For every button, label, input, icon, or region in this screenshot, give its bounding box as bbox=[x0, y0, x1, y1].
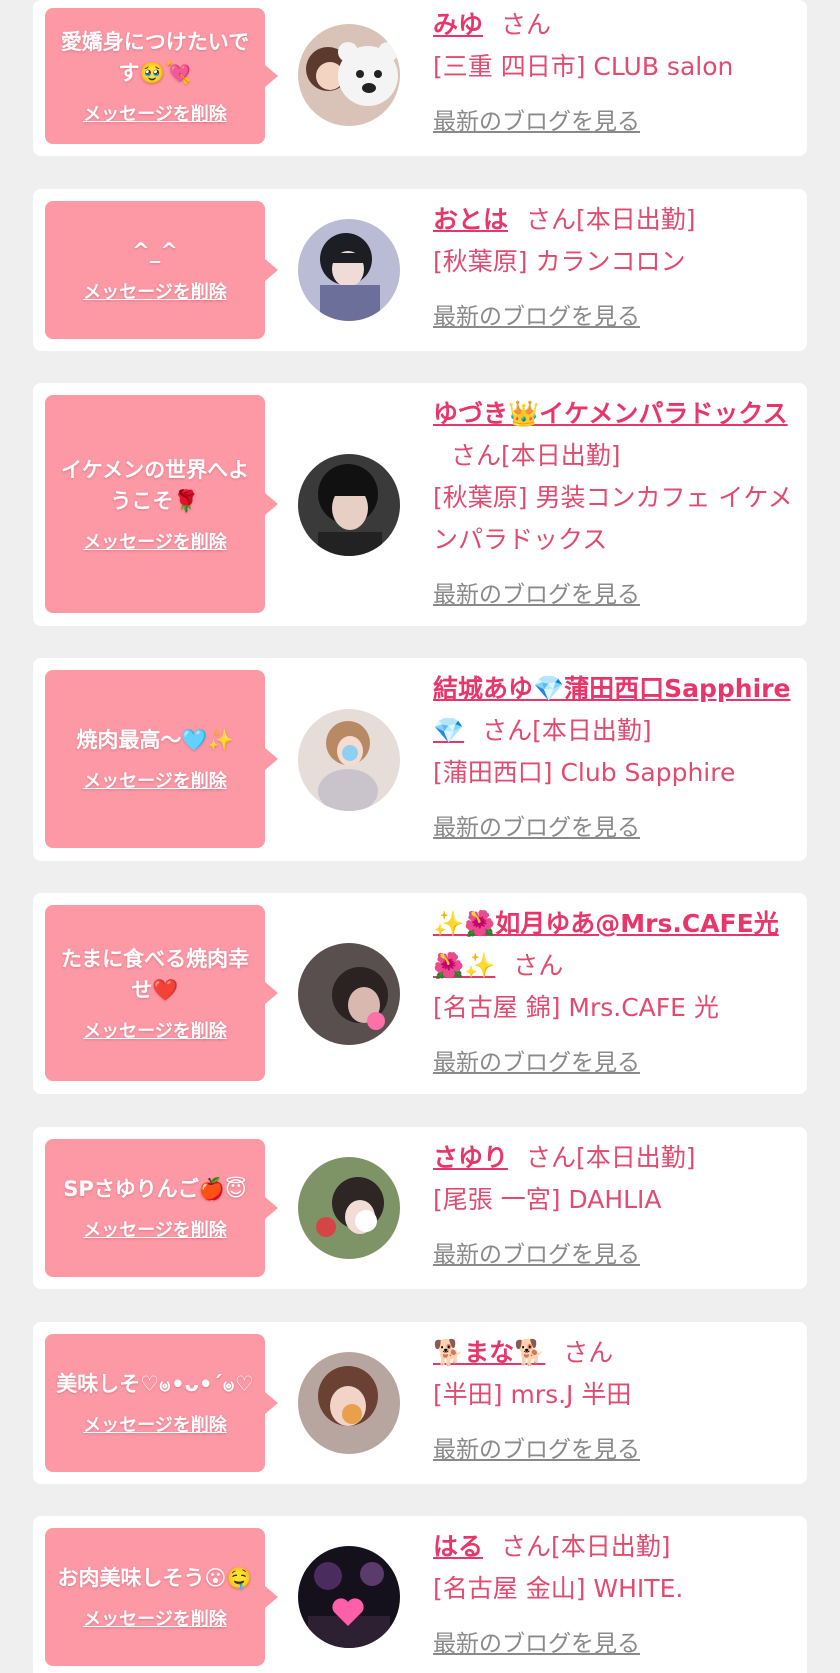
girl-info: おとは さん[本日出勤] [秋葉原] カランコロン 最新のブログを見る bbox=[433, 199, 793, 331]
message-bubble: ^_^ メッセージを削除 bbox=[45, 201, 278, 339]
blog-link[interactable]: 最新のブログを見る bbox=[433, 1043, 640, 1077]
message-text: たまに食べる焼肉幸せ❤️ bbox=[60, 946, 250, 1003]
delete-message-link[interactable]: メッセージを削除 bbox=[83, 1605, 227, 1631]
girl-name-link[interactable]: さゆり bbox=[433, 1143, 508, 1172]
girl-info: みゆ さん [三重 四日市] CLUB salon 最新のブログを見る bbox=[433, 4, 793, 136]
avatar-photo-icon bbox=[298, 1546, 400, 1648]
delete-message-link[interactable]: メッセージを削除 bbox=[83, 100, 227, 126]
avatar-photo-icon bbox=[298, 943, 400, 1045]
honorific: さん[本日出勤] bbox=[526, 1143, 696, 1172]
delete-message-link[interactable]: メッセージを削除 bbox=[83, 1017, 227, 1043]
message-text: お肉美味しそう😮🤤 bbox=[57, 1566, 253, 1591]
shop-info: [蒲田西口] Club Sapphire bbox=[433, 758, 736, 787]
girl-info: 🐕まな🐕 さん [半田] mrs.J 半田 最新のブログを見る bbox=[433, 1332, 793, 1464]
girl-info: 結城あゆ💎蒲田西口Sapphire💎 さん[本日出勤] [蒲田西口] Club S… bbox=[433, 668, 793, 842]
girl-name-link[interactable]: 🐕まな🐕 bbox=[433, 1338, 545, 1367]
girl-name-link[interactable]: ゆづき👑イケメンパラドックス bbox=[433, 399, 788, 428]
message-text: 愛嬌身につけたいです🥹💘 bbox=[60, 29, 250, 86]
avatar-photo-icon bbox=[298, 1352, 400, 1454]
avatar[interactable] bbox=[298, 219, 400, 321]
shop-info: [秋葉原] 男装コンカフェ イケメンパラドックス bbox=[433, 483, 793, 554]
message-text: 美味しそ♡ၑ•ᴗ•´ၑ♡ bbox=[56, 1372, 254, 1397]
girl-info: はる さん[本日出勤] [名古屋 金山] WHITE. 最新のブログを見る bbox=[433, 1526, 793, 1658]
honorific: さん bbox=[501, 10, 552, 39]
favorite-card: SPさゆりんご🍎😇 メッセージを削除 さゆり さん[本日出勤] [尾張 一宮] D… bbox=[33, 1127, 807, 1289]
girl-name-link[interactable]: はる bbox=[433, 1532, 483, 1561]
message-text: 焼肉最高〜🩵✨ bbox=[76, 728, 234, 753]
girl-info: ✨🌺如月ゆあ@Mrs.CAFE光🌺✨ さん [名古屋 錦] Mrs.CAFE 光 … bbox=[433, 903, 793, 1077]
delete-message-link[interactable]: メッセージを削除 bbox=[83, 767, 227, 793]
favorite-card: お肉美味しそう😮🤤 メッセージを削除 はる さん[本日出勤] [名古屋 金山] W… bbox=[33, 1516, 807, 1673]
avatar-photo-icon bbox=[298, 454, 400, 556]
girl-info: ゆづき👑イケメンパラドックスさん[本日出勤] [秋葉原] 男装コンカフェ イケメ… bbox=[433, 393, 793, 609]
avatar[interactable] bbox=[298, 709, 400, 811]
message-bubble: 愛嬌身につけたいです🥹💘 メッセージを削除 bbox=[45, 8, 278, 144]
blog-link[interactable]: 最新のブログを見る bbox=[433, 575, 640, 609]
shop-info: [名古屋 錦] Mrs.CAFE 光 bbox=[433, 993, 719, 1022]
blog-link[interactable]: 最新のブログを見る bbox=[433, 1235, 640, 1269]
avatar-photo-icon bbox=[298, 24, 400, 126]
message-bubble: SPさゆりんご🍎😇 メッセージを削除 bbox=[45, 1139, 278, 1277]
message-text: イケメンの世界へようこそ🌹 bbox=[60, 457, 250, 514]
honorific: さん[本日出勤] bbox=[526, 205, 696, 234]
message-text: SPさゆりんご🍎😇 bbox=[63, 1177, 247, 1202]
avatar[interactable] bbox=[298, 24, 400, 126]
delete-message-link[interactable]: メッセージを削除 bbox=[83, 1216, 227, 1242]
blog-link[interactable]: 最新のブログを見る bbox=[433, 808, 640, 842]
delete-message-link[interactable]: メッセージを削除 bbox=[83, 1411, 227, 1437]
avatar-photo-icon bbox=[298, 219, 400, 321]
delete-message-link[interactable]: メッセージを削除 bbox=[83, 278, 227, 304]
shop-info: [三重 四日市] CLUB salon bbox=[433, 52, 734, 81]
blog-link[interactable]: 最新のブログを見る bbox=[433, 1624, 640, 1658]
message-bubble: 焼肉最高〜🩵✨ メッセージを削除 bbox=[45, 670, 278, 848]
favorite-card: 愛嬌身につけたいです🥹💘 メッセージを削除 みゆ さん [三重 四日市] CLUB… bbox=[33, 0, 807, 156]
message-bubble: お肉美味しそう😮🤤 メッセージを削除 bbox=[45, 1528, 278, 1666]
avatar[interactable] bbox=[298, 1352, 400, 1454]
favorite-card: 焼肉最高〜🩵✨ メッセージを削除 結城あゆ💎蒲田西口Sapphire💎 さん[本日… bbox=[33, 658, 807, 861]
girl-name-link[interactable]: おとは bbox=[433, 205, 508, 234]
avatar[interactable] bbox=[298, 1546, 400, 1648]
blog-link[interactable]: 最新のブログを見る bbox=[433, 1430, 640, 1464]
message-bubble: 美味しそ♡ၑ•ᴗ•´ၑ♡ メッセージを削除 bbox=[45, 1334, 278, 1472]
favorite-card: イケメンの世界へようこそ🌹 メッセージを削除 ゆづき👑イケメンパラドックスさん[… bbox=[33, 383, 807, 626]
avatar-photo-icon bbox=[298, 1157, 400, 1259]
message-bubble: イケメンの世界へようこそ🌹 メッセージを削除 bbox=[45, 395, 278, 613]
honorific: さん[本日出勤] bbox=[501, 1532, 671, 1561]
girl-name-link[interactable]: みゆ bbox=[433, 10, 483, 39]
girl-name-link[interactable]: ✨🌺如月ゆあ@Mrs.CAFE光🌺✨ bbox=[433, 909, 779, 980]
message-bubble: たまに食べる焼肉幸せ❤️ メッセージを削除 bbox=[45, 905, 278, 1081]
avatar-photo-icon bbox=[298, 709, 400, 811]
delete-message-link[interactable]: メッセージを削除 bbox=[83, 528, 227, 554]
girl-info: さゆり さん[本日出勤] [尾張 一宮] DAHLIA 最新のブログを見る bbox=[433, 1137, 793, 1269]
favorite-card: ^_^ メッセージを削除 おとは さん[本日出勤] [秋葉原] カランコロン 最新… bbox=[33, 189, 807, 351]
honorific: さん[本日出勤] bbox=[451, 441, 621, 470]
avatar[interactable] bbox=[298, 1157, 400, 1259]
message-text: ^_^ bbox=[132, 239, 178, 264]
honorific: さん[本日出勤] bbox=[482, 716, 652, 745]
blog-link[interactable]: 最新のブログを見る bbox=[433, 102, 640, 136]
honorific: さん bbox=[563, 1338, 614, 1367]
favorite-card: 美味しそ♡ၑ•ᴗ•´ၑ♡ メッセージを削除 🐕まな🐕 さん [半田] mrs.J … bbox=[33, 1322, 807, 1484]
shop-info: [名古屋 金山] WHITE. bbox=[433, 1574, 684, 1603]
shop-info: [尾張 一宮] DAHLIA bbox=[433, 1185, 662, 1214]
avatar[interactable] bbox=[298, 943, 400, 1045]
avatar[interactable] bbox=[298, 454, 400, 556]
shop-info: [秋葉原] カランコロン bbox=[433, 247, 686, 276]
favorite-card: たまに食べる焼肉幸せ❤️ メッセージを削除 ✨🌺如月ゆあ@Mrs.CAFE光🌺✨… bbox=[33, 893, 807, 1094]
honorific: さん bbox=[513, 951, 564, 980]
shop-info: [半田] mrs.J 半田 bbox=[433, 1380, 632, 1409]
blog-link[interactable]: 最新のブログを見る bbox=[433, 297, 640, 331]
